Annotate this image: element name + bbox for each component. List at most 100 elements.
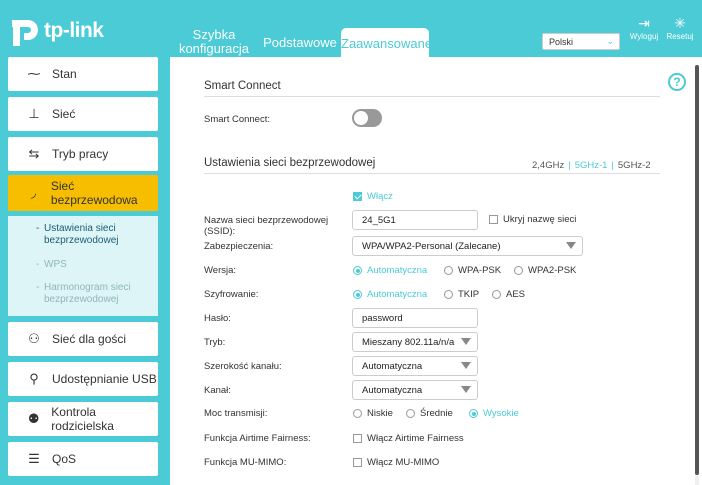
smart-connect-label: Smart Connect: [204, 114, 270, 125]
dropdown-arrow-icon [461, 338, 471, 345]
submenu-label-line1: WPS [44, 259, 67, 270]
mode-value: Mieszany 802.11a/n/a [362, 337, 455, 348]
mode-label: Tryb: [204, 337, 226, 348]
sidebar-item-network[interactable]: ⊥ Sieć [8, 97, 158, 131]
channel-width-value: Automatyczna [362, 361, 423, 372]
dropdown-arrow-icon [461, 362, 471, 369]
sidebar-item-parental-controls[interactable]: ⚉ Kontrola rodzicielska [8, 402, 158, 436]
usb-icon: ⚲ [29, 371, 39, 386]
password-label: Hasło: [204, 313, 231, 324]
wifi-icon: ◞ [30, 185, 36, 200]
logout-icon: ⇥ [638, 15, 650, 31]
channel-select[interactable]: Automatyczna [352, 380, 478, 400]
scrollbar-thumb[interactable] [695, 65, 699, 475]
power-option-low: Niskie [367, 408, 393, 419]
section-divider [204, 173, 660, 174]
tab-basic[interactable]: Podstawowe [262, 36, 338, 50]
power-radio-middle[interactable] [406, 409, 415, 418]
sidebar-item-guest-network[interactable]: ⚇ Sieć dla gości [8, 322, 158, 356]
power-option-high: Wysokie [483, 408, 519, 419]
version-radio-wpa2-psk[interactable] [514, 266, 523, 275]
submenu-wps[interactable]: - WPS [36, 259, 67, 271]
band-tab-5ghz-1[interactable]: 5GHz-1 [575, 160, 608, 171]
ssid-label-line1: Nazwa sieci bezprzewodowej [204, 215, 329, 226]
power-radio-high[interactable] [469, 409, 478, 418]
version-radio-wpa-psk[interactable] [444, 266, 453, 275]
reset-button[interactable]: ✳ Resetuj [663, 14, 697, 41]
wireless-settings-title: Ustawienia sieci bezprzewodowej [204, 157, 376, 169]
toggle-knob [354, 111, 368, 125]
band-separator: | [568, 160, 571, 171]
encryption-radio-tkip[interactable] [444, 290, 453, 299]
submenu-wireless-settings[interactable]: - Ustawienia sieci bezprzewodowej [36, 223, 119, 247]
enable-wireless-checkbox[interactable] [353, 192, 362, 201]
version-option-wpa-psk: WPA-PSK [458, 265, 502, 276]
encryption-radio-aes[interactable] [492, 290, 501, 299]
version-radio-auto[interactable] [353, 266, 362, 275]
hide-ssid-checkbox[interactable] [489, 215, 498, 224]
ssid-input[interactable]: 24_5G1 [352, 210, 478, 230]
sidebar-item-label: Sieć bezprzewodowa [50, 179, 138, 207]
mode-select[interactable]: Mieszany 802.11a/n/a [352, 332, 478, 352]
encryption-label: Szyfrowanie: [204, 289, 259, 300]
band-tabs: 2,4GHz | 5GHz-1 | 5GHz-2 [532, 160, 651, 171]
channel-width-label: Szerokość kanału: [204, 361, 282, 372]
sidebar-item-label: Tryb pracy [52, 147, 109, 161]
network-icon: ⊥ [28, 106, 40, 121]
logout-button[interactable]: ⇥ Wyloguj [627, 14, 661, 41]
scrollbar[interactable] [695, 65, 699, 485]
security-value: WPA/WPA2-Personal (Zalecane) [362, 241, 501, 252]
tp-link-logo[interactable]: tp-link [8, 14, 104, 48]
mu-mimo-checkbox[interactable] [353, 458, 362, 467]
sidebar-item-label: Udostępnianie USB [52, 372, 157, 386]
tab-quick-setup[interactable]: Szybka konfiguracja [176, 28, 252, 56]
encryption-radio-auto[interactable] [353, 290, 362, 299]
version-option-wpa2-psk: WPA2-PSK [528, 265, 577, 276]
encryption-option-tkip: TKIP [458, 289, 480, 300]
band-tab-2-4ghz[interactable]: 2,4GHz [532, 160, 564, 171]
sidebar-item-label: Kontrola rodzicielska [51, 405, 114, 433]
power-radio-low[interactable] [353, 409, 362, 418]
power-option-middle: Średnie [420, 408, 453, 419]
ssid-label: Nazwa sieci bezprzewodowej (SSID): [204, 215, 328, 237]
language-value: Polski [549, 37, 574, 47]
sidebar-item-label: Stan [52, 67, 77, 81]
sidebar-item-operation-mode[interactable]: ⇆ Tryb pracy [8, 137, 158, 171]
version-label: Wersja: [204, 265, 237, 276]
channel-label: Kanał: [204, 385, 231, 396]
mu-mimo-label: Funkcja MU-MIMO: [204, 457, 287, 468]
sidebar-item-wireless[interactable]: ◞ Sieć bezprzewodowa [8, 175, 158, 211]
reset-label: Resetuj [666, 32, 694, 41]
submenu-wireless-schedule[interactable]: - Harmonogram sieci bezprzewodowej [36, 282, 131, 306]
header: tp-link Szybka konfiguracja Podstawowe Z… [0, 0, 702, 57]
security-select[interactable]: WPA/WPA2-Personal (Zalecane) [352, 236, 583, 256]
reset-icon: ✳ [674, 15, 686, 31]
sidebar-item-status[interactable]: ⁓ Stan [8, 57, 158, 91]
hide-ssid-label: Ukryj nazwę sieci [503, 214, 577, 225]
channel-value: Automatyczna [362, 385, 423, 396]
tp-link-logo-icon [8, 14, 42, 48]
help-icon[interactable]: ? [668, 73, 686, 91]
language-select[interactable]: Polski ⌄ [542, 33, 620, 50]
sidebar-item-qos[interactable]: ☰ QoS [8, 442, 158, 476]
security-label: Zabezpieczenia: [204, 241, 274, 252]
tab-advanced[interactable]: Zaawansowane [341, 28, 432, 57]
submenu-bullet: - [36, 223, 40, 234]
logo-text: tp-link [44, 19, 104, 42]
smart-connect-toggle[interactable] [352, 109, 382, 127]
logout-label: Wyloguj [629, 32, 659, 41]
main-content: ? Smart Connect Smart Connect: Ustawieni… [170, 57, 702, 485]
dropdown-arrow-icon [566, 242, 576, 249]
dropdown-arrow-icon [461, 386, 471, 393]
version-option-auto: Automatyczna [367, 265, 428, 276]
band-tab-5ghz-2[interactable]: 5GHz-2 [618, 160, 651, 171]
password-input[interactable]: password [352, 308, 478, 328]
sidebar-item-usb-sharing[interactable]: ⚲ Udostępnianie USB [8, 362, 158, 396]
sidebar-item-label: Sieć dla gości [52, 332, 127, 346]
airtime-fairness-option: Włącz Airtime Fairness [367, 433, 464, 444]
airtime-fairness-checkbox[interactable] [353, 434, 362, 443]
qos-icon: ☰ [28, 451, 40, 466]
submenu-bullet: - [36, 259, 40, 270]
channel-width-select[interactable]: Automatyczna [352, 356, 478, 376]
submenu-bullet: - [36, 282, 40, 293]
